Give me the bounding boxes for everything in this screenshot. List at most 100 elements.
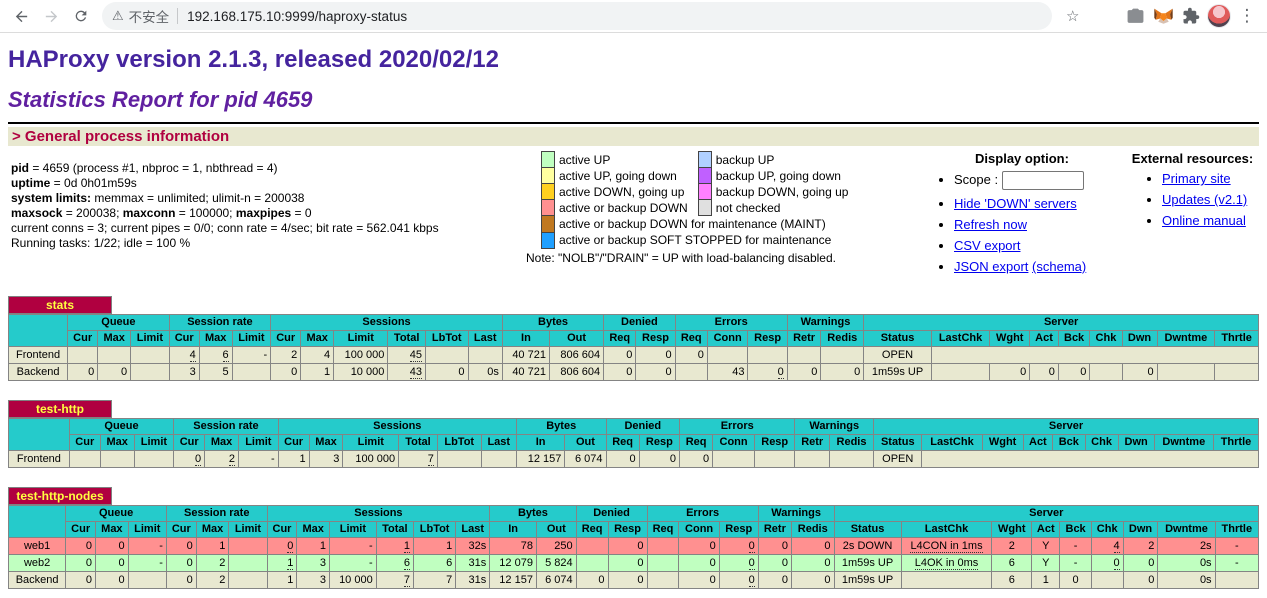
table-cell: 0 [608,572,647,589]
column-group-header: Queue [66,506,167,522]
table-cell [128,572,166,589]
table-cell: 0 [608,555,647,572]
display-option-link[interactable]: CSV export [954,238,1020,253]
table-cell: 1 [414,538,456,555]
browser-menu-icon[interactable]: ⋮ [1233,2,1261,30]
table-cell: 0 [792,538,834,555]
table-cell: 45 [388,347,426,364]
scope-input[interactable] [1002,171,1084,190]
display-option-link[interactable]: Hide 'DOWN' servers [954,196,1077,211]
table-cell: 0 [1122,364,1157,381]
table-cell: 0 [1058,364,1090,381]
table-cell [468,347,502,364]
table-cell: 78 [490,538,537,555]
table-cell [647,538,679,555]
screenshot-extension-icon[interactable] [1121,2,1149,30]
url-text[interactable]: 192.168.175.10:9999/haproxy-status [187,9,407,24]
security-label[interactable]: 不安全 [129,6,170,26]
table-cell: L4OK in 0ms [901,555,992,572]
column-group-header: Errors [647,506,758,522]
legend-row: active or backup DOWN for maintenance (M… [542,216,859,233]
external-resource-link[interactable]: Updates (v2.1) [1162,192,1247,207]
table-cell: 3 [169,364,199,381]
table-cell [1157,364,1215,381]
column-header: Dwn [1118,435,1154,451]
bookmark-star-icon[interactable]: ☆ [1066,7,1079,25]
json-export-item: JSON export (schema) [954,259,1126,274]
tooltip-value: 1 [287,557,293,570]
external-resource-link[interactable]: Online manual [1162,213,1246,228]
column-header: Req [576,522,608,538]
corner-header-cell [9,506,66,538]
column-header: Wght [990,331,1030,347]
table-cell: 0 [608,538,647,555]
column-header: Cur [169,331,199,347]
table-cell: 7 [376,572,413,589]
external-resource-link[interactable]: Primary site [1162,171,1231,186]
row-label: Frontend [9,347,68,364]
tooltip-value: 0 [749,540,755,553]
external-resources: External resources: Primary siteUpdates … [1126,148,1259,234]
corner-header-cell [9,315,68,347]
proxy-name-tab: test-http [8,400,112,418]
table-cell: 0 [576,572,608,589]
table-cell: L4CON in 1ms [901,538,992,555]
column-header: Resp [748,331,787,347]
legend-row: active UPbackup UP [542,152,859,168]
tooltip-value: 4 [1114,540,1120,553]
table-cell: 0 [1123,555,1158,572]
back-icon[interactable] [6,2,36,30]
table-cell: 6 074 [565,451,606,468]
page-subtitle: Statistics Report for pid 4659 [8,87,1259,113]
table-cell: 31s [456,555,490,572]
table-cell: 0 [821,364,864,381]
column-header: Limit [239,435,279,451]
extensions-puzzle-icon[interactable] [1177,2,1205,30]
column-group-header: Sessions [267,506,490,522]
process-info-line: system limits: memmax = unlimited; ulimi… [11,191,526,206]
column-group-header: Session rate [166,506,267,522]
json-export-link[interactable]: JSON export [954,259,1028,274]
table-cell: 0 [96,538,129,555]
table-cell [707,347,748,364]
stats-table-test-http-nodes: QueueSession rateSessionsBytesDeniedErro… [8,505,1259,589]
table-cell: 0 [1030,364,1059,381]
address-bar[interactable]: ⚠ 不安全 192.168.175.10:9999/haproxy-status [102,2,1052,30]
column-header: Thrtle [1215,331,1259,347]
metamask-fox-icon[interactable] [1149,2,1177,30]
column-header: Max [309,435,343,451]
column-header: Dwntme [1157,331,1215,347]
column-header: Chk [1091,522,1123,538]
column-header: Total [388,331,426,347]
table-cell: 0 [604,364,636,381]
column-header: Cur [267,522,297,538]
column-header: Limit [334,331,388,347]
profile-avatar[interactable] [1205,2,1233,30]
column-header: Last [456,522,490,538]
column-header-row: CurMaxLimitCurMaxLimitCurMaxLimitTotalLb… [9,331,1259,347]
table-cell: 2 [992,538,1032,555]
legend-note: Note: "NOLB"/"DRAIN" = UP with load-bala… [526,251,918,265]
table-cell: 0 [267,538,297,555]
table-cell: 0 [758,572,791,589]
column-header: Limit [134,435,174,451]
json-schema-link[interactable]: (schema) [1032,259,1086,274]
table-cell: 6 [992,572,1032,589]
scope-option: Scope : [954,171,1126,190]
table-cell [69,451,100,468]
legend-label: active or backup SOFT STOPPED for mainte… [555,232,859,248]
reload-icon[interactable] [66,2,96,30]
not-secure-warning-icon[interactable]: ⚠ [112,8,124,24]
table-cell: 0s [1158,572,1215,589]
external-resource-item: Updates (v2.1) [1162,192,1259,207]
legend-label: active or backup DOWN [555,200,699,216]
forward-icon[interactable] [36,2,66,30]
column-header: Out [565,435,606,451]
stats-table-test-http: QueueSession rateSessionsBytesDeniedErro… [8,418,1259,468]
table-cell: 0 [1060,572,1091,589]
column-header: In [490,522,537,538]
stats-table-stats: QueueSession rateSessionsBytesDeniedErro… [8,314,1259,381]
legend-label: backup UP, going down [711,168,858,184]
display-option-link[interactable]: Refresh now [954,217,1027,232]
column-header: Cur [278,435,309,451]
